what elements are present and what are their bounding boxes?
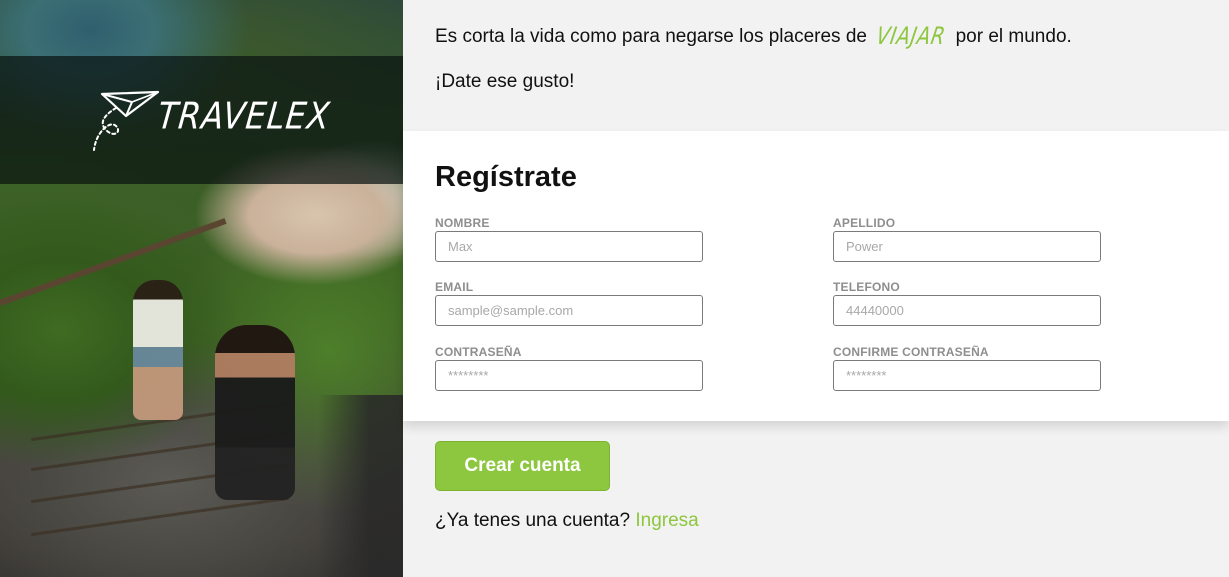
email-input[interactable]	[435, 295, 703, 326]
photo-handrail	[0, 218, 227, 306]
main-content: Es corta la vida como para negarse los p…	[403, 0, 1229, 577]
apellido-field-group: APELLIDO	[833, 216, 1101, 262]
intro-tagline: Es corta la vida como para negarse los p…	[435, 22, 1072, 50]
confirm-password-input[interactable]	[833, 360, 1101, 391]
nombre-input[interactable]	[435, 231, 703, 262]
photo-foreground-post	[318, 395, 403, 577]
signup-page: TRAVELEX Es corta la vida como para nega…	[0, 0, 1229, 577]
telefono-input[interactable]	[833, 295, 1101, 326]
apellido-label: APELLIDO	[833, 216, 896, 230]
nombre-field-group: NOMBRE	[435, 216, 703, 262]
email-field-group: EMAIL	[435, 280, 703, 326]
photo-stair-step	[31, 496, 289, 537]
password-input[interactable]	[435, 360, 703, 391]
create-account-button[interactable]: Crear cuenta	[435, 441, 610, 491]
intro-highlight-word: VIAJAR	[874, 22, 949, 50]
paper-plane-icon	[93, 90, 160, 151]
form-title: Regístrate	[435, 161, 577, 193]
login-prompt-line: ¿Ya tenes una cuenta? Ingresa	[435, 510, 699, 532]
photo-hiker-back	[215, 325, 295, 500]
intro-subtagline: ¡Date ese gusto!	[435, 71, 575, 92]
password-label: CONTRASEÑA	[435, 345, 522, 359]
confirm-password-field-group: CONFIRME CONTRASEÑA	[833, 345, 1101, 391]
hero-travel-photo: TRAVELEX	[0, 0, 403, 577]
telefono-label: TELEFONO	[833, 280, 900, 294]
signup-form-card: Regístrate NOMBRE APELLIDO EMAIL TELEFON…	[403, 131, 1229, 421]
login-link[interactable]: Ingresa	[635, 510, 698, 531]
login-prompt-text: ¿Ya tenes una cuenta?	[435, 510, 631, 531]
telefono-field-group: TELEFONO	[833, 280, 1101, 326]
intro-tagline-end: por el mundo.	[955, 26, 1072, 47]
brand-banner: TRAVELEX	[0, 56, 403, 184]
apellido-input[interactable]	[833, 231, 1101, 262]
email-label: EMAIL	[435, 280, 474, 294]
brand-name: TRAVELEX	[155, 94, 333, 138]
nombre-label: NOMBRE	[435, 216, 490, 230]
confirm-password-label: CONFIRME CONTRASEÑA	[833, 345, 989, 359]
intro-tagline-text: Es corta la vida como para negarse los p…	[435, 26, 867, 47]
password-field-group: CONTRASEÑA	[435, 345, 703, 391]
photo-hiker-front	[133, 280, 183, 420]
